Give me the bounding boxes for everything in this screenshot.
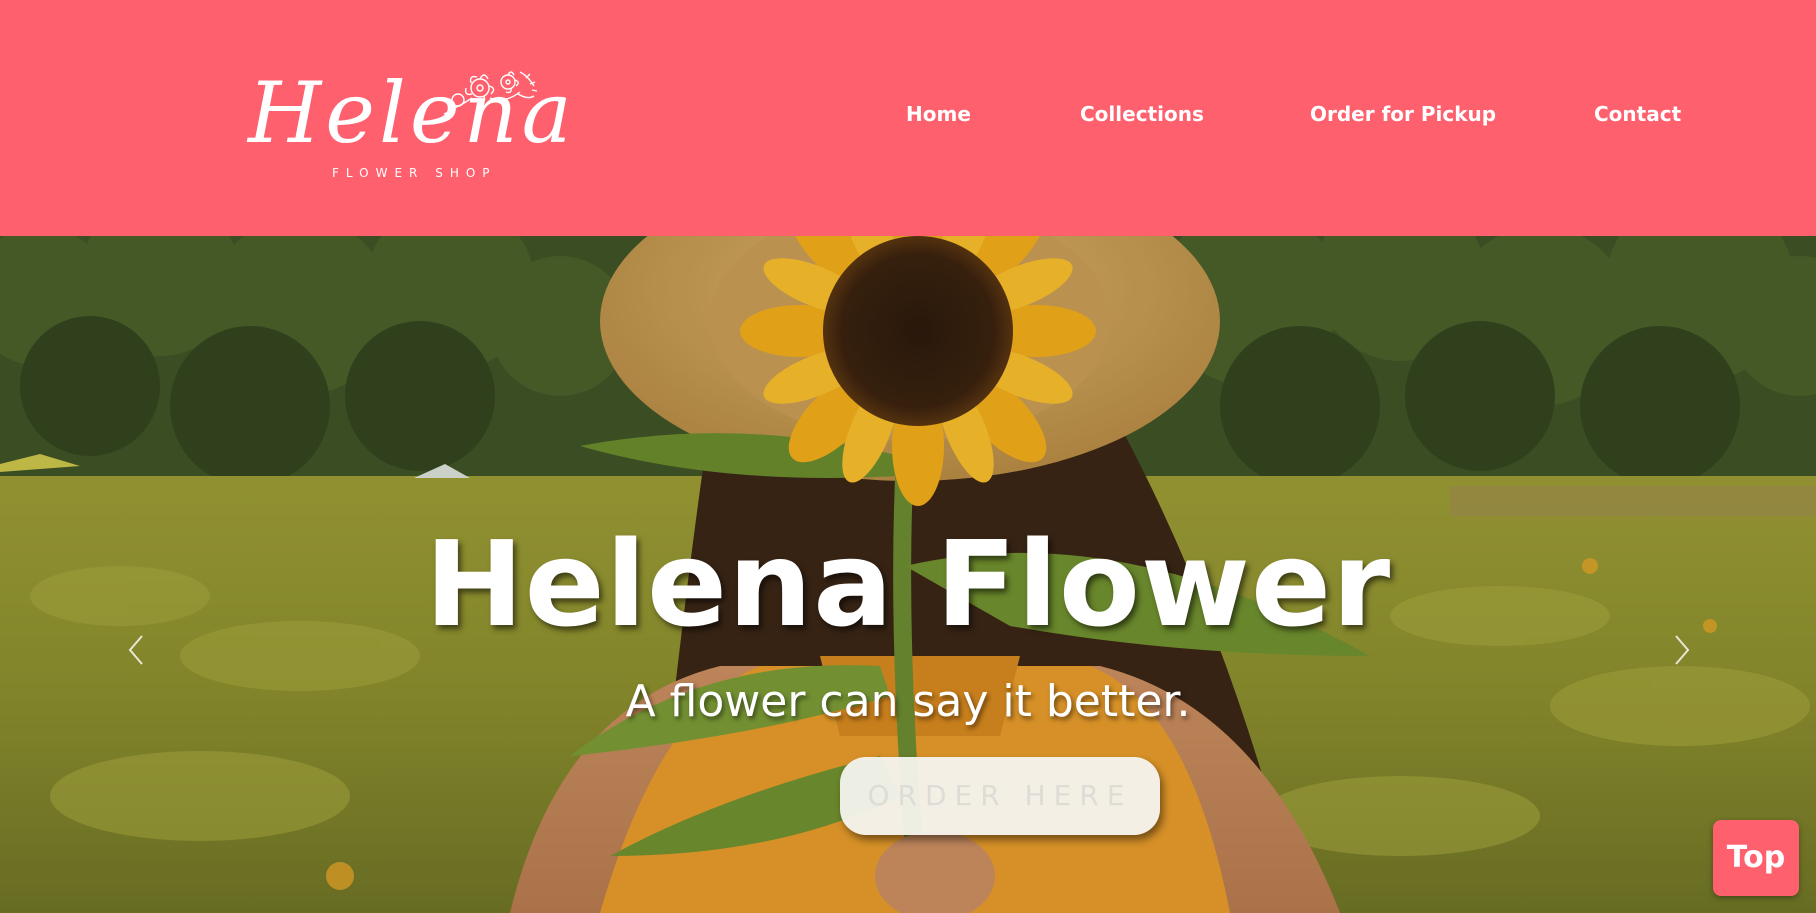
nav-item-collections[interactable]: Collections (1080, 100, 1204, 128)
nav-item-contact[interactable]: Contact (1594, 100, 1681, 128)
hero-subtitle: A flower can say it better. (625, 676, 1191, 727)
site-header: Helena FLOWER SHOP Home Collections Orde… (0, 0, 1816, 236)
hero-title: Helena Flower (424, 515, 1392, 653)
back-to-top-button[interactable]: Top (1713, 820, 1799, 896)
hero-carousel: Helena Flower A flower can say it better… (0, 236, 1816, 913)
nav-item-home[interactable]: Home (906, 100, 971, 128)
nav-item-order-for-pickup[interactable]: Order for Pickup (1310, 100, 1496, 128)
order-here-button[interactable]: ORDER HERE (840, 757, 1160, 835)
main-nav: Home Collections Order for Pickup Contac… (0, 100, 1816, 130)
logo-subtitle: FLOWER SHOP (332, 166, 497, 180)
